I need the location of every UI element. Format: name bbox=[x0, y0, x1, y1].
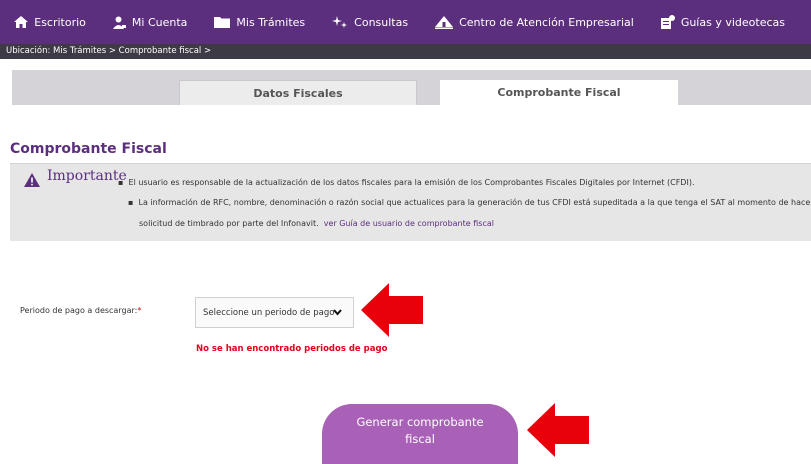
breadcrumb: Ubicación: Mis Trámites > Comprobante fi… bbox=[0, 44, 811, 59]
red-arrow-icon bbox=[361, 283, 423, 337]
generate-button-line-1: Generar comprobante bbox=[356, 415, 484, 429]
nav-item-centro-atencion[interactable]: Centro de Atención Empresarial bbox=[435, 15, 634, 29]
period-select[interactable]: Seleccione un periodo de pago bbox=[195, 297, 354, 328]
user-icon bbox=[112, 16, 126, 29]
required-mark: * bbox=[137, 306, 142, 315]
notice-line-3: solicitud de timbrado por parte del Info… bbox=[139, 219, 319, 228]
notice-bullet-1: ▪ El usuario es responsable de la actual… bbox=[118, 178, 695, 187]
tab-comprobante-fiscal[interactable]: Comprobante Fiscal bbox=[440, 80, 678, 105]
nav-item-mis-tramites[interactable]: Mis Trámites bbox=[214, 16, 305, 29]
generate-receipt-button[interactable]: Generar comprobante fiscal bbox=[322, 404, 518, 464]
sparkle-icon bbox=[332, 15, 348, 28]
period-label-text: Periodo de pago a descargar: bbox=[20, 306, 138, 315]
page-title: Comprobante Fiscal bbox=[10, 141, 167, 157]
red-arrow-icon bbox=[527, 403, 589, 457]
generate-button-line-2: fiscal bbox=[405, 432, 435, 446]
home-icon bbox=[14, 16, 29, 28]
nav-item-consultas[interactable]: Consultas bbox=[332, 15, 409, 29]
guide-icon bbox=[660, 15, 675, 29]
top-navigation: Escritorio Mi Cuenta Mis Trámites Consul… bbox=[0, 0, 811, 44]
notice-heading: Importante bbox=[47, 168, 127, 184]
period-error-message: No se han encontrado periodos de pago bbox=[196, 344, 388, 354]
nav-item-label: Consultas bbox=[354, 15, 409, 29]
period-label: Periodo de pago a descargar:* bbox=[20, 306, 141, 315]
notice-line-1: El usuario es responsable de la actualiz… bbox=[128, 178, 695, 187]
notice-line-3-wrap: solicitud de timbrado por parte del Info… bbox=[139, 219, 494, 228]
notice-bullet-2: ▪ La información de RFC, nombre, denomin… bbox=[128, 198, 811, 207]
nav-item-guias[interactable]: Guías y videotecas bbox=[660, 15, 785, 29]
notice-line-2: La información de RFC, nombre, denominac… bbox=[138, 198, 811, 207]
folder-icon bbox=[214, 17, 231, 28]
important-notice: Importante ▪ El usuario es responsable d… bbox=[10, 163, 811, 241]
tab-bar: Datos Fiscales Comprobante Fiscal bbox=[12, 70, 811, 105]
period-select-value: Seleccione un periodo de pago bbox=[203, 307, 335, 318]
tab-datos-fiscales[interactable]: Datos Fiscales bbox=[179, 80, 417, 105]
nav-item-label: Mi Cuenta bbox=[131, 15, 188, 29]
nav-item-label: Escritorio bbox=[34, 15, 86, 29]
nav-item-label: Guías y videotecas bbox=[680, 15, 785, 29]
user-guide-link[interactable]: ver Guía de usuario de comprobante fisca… bbox=[324, 219, 494, 228]
nav-item-escritorio[interactable]: Escritorio bbox=[14, 16, 86, 29]
chevron-down-icon bbox=[333, 309, 342, 316]
building-icon bbox=[435, 15, 454, 29]
nav-item-label: Mis Trámites bbox=[236, 15, 306, 29]
warning-icon bbox=[24, 173, 40, 187]
nav-item-label: Centro de Atención Empresarial bbox=[459, 15, 634, 29]
nav-item-mi-cuenta[interactable]: Mi Cuenta bbox=[112, 15, 188, 29]
